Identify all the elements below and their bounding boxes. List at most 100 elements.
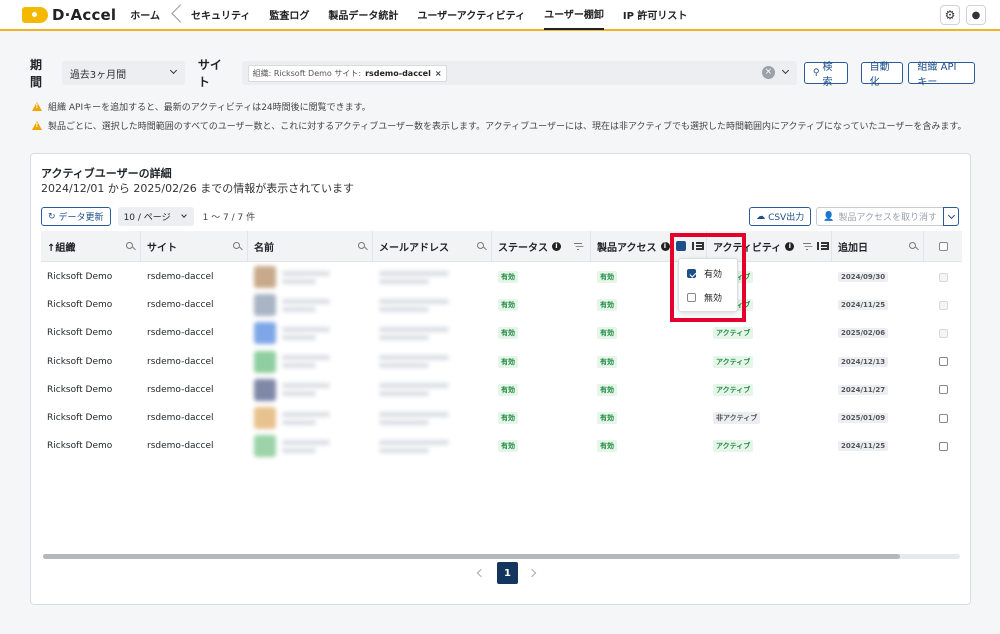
- row-checkbox[interactable]: [938, 328, 948, 338]
- row-checkbox[interactable]: [938, 385, 948, 395]
- search-icon[interactable]: [358, 242, 365, 249]
- nav-user-activity[interactable]: ユーザーアクティビティ: [417, 0, 525, 30]
- col-added[interactable]: 追加日: [832, 231, 924, 262]
- cell-org-text: Ricksoft Demo: [47, 272, 113, 282]
- filter-option-label: 有効: [704, 270, 723, 280]
- search-icon[interactable]: [477, 242, 484, 249]
- activity-badge: 非アクティブ: [713, 412, 761, 424]
- horizontal-scrollbar[interactable]: [43, 554, 960, 559]
- scrollbar-thumb[interactable]: [43, 554, 900, 559]
- cell-select[interactable]: [924, 263, 962, 291]
- automation-button-label: 自動化: [869, 62, 890, 88]
- col-org-label: ↑組織: [47, 243, 76, 254]
- nav-ip-allowlist[interactable]: IP 許可リスト: [623, 0, 688, 30]
- chevron-left-icon[interactable]: [475, 562, 487, 584]
- clear-icon[interactable]: ×: [761, 66, 775, 79]
- avatar: [254, 322, 276, 345]
- cell-select[interactable]: [924, 376, 962, 404]
- col-name[interactable]: 名前: [248, 231, 373, 262]
- select-all-checkbox[interactable]: [938, 242, 948, 251]
- cell-name: [248, 376, 373, 404]
- logo-text: D·Accel: [52, 5, 117, 24]
- info-icon[interactable]: i: [660, 242, 670, 251]
- cell-activity: アクティブ: [707, 348, 832, 376]
- col-select-all[interactable]: [924, 231, 962, 262]
- activity-badge: アクティブ: [713, 440, 754, 453]
- nav-security[interactable]: セキュリティ: [191, 0, 250, 30]
- filter-icon[interactable]: [803, 243, 811, 251]
- nav-home[interactable]: ホーム: [130, 0, 160, 30]
- checkbox-unchecked[interactable]: [687, 293, 696, 302]
- cell-added: 2024/09/30: [832, 263, 924, 291]
- per-page-value: 10 / ページ: [123, 213, 171, 223]
- automation-button[interactable]: 自動化: [860, 62, 904, 88]
- checkbox-checked[interactable]: [687, 269, 696, 278]
- logo-mark-icon: [22, 6, 48, 23]
- refresh-button[interactable]: ↻ データ更新: [41, 207, 111, 226]
- nav-user-inventory[interactable]: ユーザー棚卸: [544, 0, 604, 30]
- cell-status: 有効: [492, 263, 591, 291]
- row-checkbox[interactable]: [938, 413, 948, 423]
- cell-status: 有効: [492, 432, 591, 460]
- search-icon[interactable]: [126, 242, 133, 249]
- csv-export-button[interactable]: ☁ CSV出力: [749, 207, 812, 226]
- search-icon[interactable]: [909, 242, 916, 249]
- col-status[interactable]: ステータス i: [492, 231, 591, 262]
- per-page-select[interactable]: 10 / ページ: [117, 207, 194, 226]
- row-checkbox[interactable]: [938, 357, 948, 367]
- avatar: [254, 266, 276, 288]
- table-row: Ricksoft Demorsdemo-daccel有効有効アクティブ2024/…: [41, 263, 962, 291]
- settings-button[interactable]: ⚙: [940, 5, 960, 25]
- logo[interactable]: D·Accel: [22, 6, 116, 24]
- cell-status: 有効: [492, 376, 591, 404]
- filter-active-icon[interactable]: [676, 241, 686, 251]
- cell-select[interactable]: [924, 291, 962, 319]
- filter-icon[interactable]: [574, 243, 582, 251]
- status-badge: 有効: [498, 271, 518, 283]
- search-button[interactable]: ⚲ 検索: [803, 62, 848, 88]
- tag-close-icon[interactable]: ×: [435, 69, 442, 78]
- account-button[interactable]: ●: [966, 5, 986, 25]
- access-badge: 有効: [597, 299, 617, 312]
- row-checkbox[interactable]: [938, 441, 948, 451]
- info-icon[interactable]: i: [785, 242, 795, 251]
- avatar: [254, 407, 276, 429]
- filter-option-enabled[interactable]: 有効: [687, 267, 722, 280]
- cell-select[interactable]: [924, 319, 962, 347]
- revoke-menu-button[interactable]: [943, 207, 959, 226]
- col-site[interactable]: サイト: [141, 231, 248, 262]
- cell-product-access: 有効: [591, 376, 707, 404]
- col-email[interactable]: メールアドレス: [373, 231, 492, 262]
- user-remove-icon: 👤: [823, 211, 835, 222]
- org-api-key-label: 組織 APIキー: [917, 62, 957, 88]
- nav-product-stats[interactable]: 製品データ統計: [328, 0, 398, 30]
- search-icon: ⚲: [812, 68, 820, 78]
- added-date-badge: 2024/11/27: [838, 384, 889, 395]
- cell-org-text: Ricksoft Demo: [47, 413, 113, 423]
- cell-select[interactable]: [924, 404, 962, 432]
- col-email-label: メールアドレス: [379, 243, 449, 254]
- row-checkbox[interactable]: [938, 300, 948, 310]
- row-checkbox[interactable]: [938, 272, 948, 282]
- activity-badge: アクティブ: [713, 327, 754, 340]
- page-number-current[interactable]: 1: [497, 562, 518, 584]
- access-badge: 有効: [597, 383, 617, 396]
- cell-name: [248, 404, 373, 432]
- org-api-key-button[interactable]: 組織 APIキー: [908, 62, 975, 88]
- nav-audit-log[interactable]: 監査ログ: [269, 0, 309, 30]
- cell-select[interactable]: [924, 348, 962, 376]
- chevron-right-icon[interactable]: [528, 562, 540, 584]
- cell-name: [248, 263, 373, 291]
- revoke-access-button[interactable]: 👤 製品アクセスを取り消す: [816, 207, 944, 226]
- filter-option-disabled[interactable]: 無効: [687, 291, 722, 304]
- col-org[interactable]: ↑組織: [41, 231, 141, 262]
- site-select[interactable]: 組織: Ricksoft Demo サイト: rsdemo-daccel × ×: [241, 61, 797, 85]
- columns-icon[interactable]: [817, 242, 829, 250]
- info-icon[interactable]: i: [552, 242, 561, 251]
- search-icon[interactable]: [233, 242, 240, 249]
- cell-select[interactable]: [924, 432, 962, 460]
- period-select[interactable]: 過去3ヶ月間: [61, 61, 185, 85]
- columns-icon[interactable]: [692, 242, 704, 250]
- notice-text: 組織 APIキーを追加すると、最新のアクティビティは24時間後に閲覧できます。: [48, 103, 371, 113]
- col-activity-label: アクティビティ: [713, 243, 782, 254]
